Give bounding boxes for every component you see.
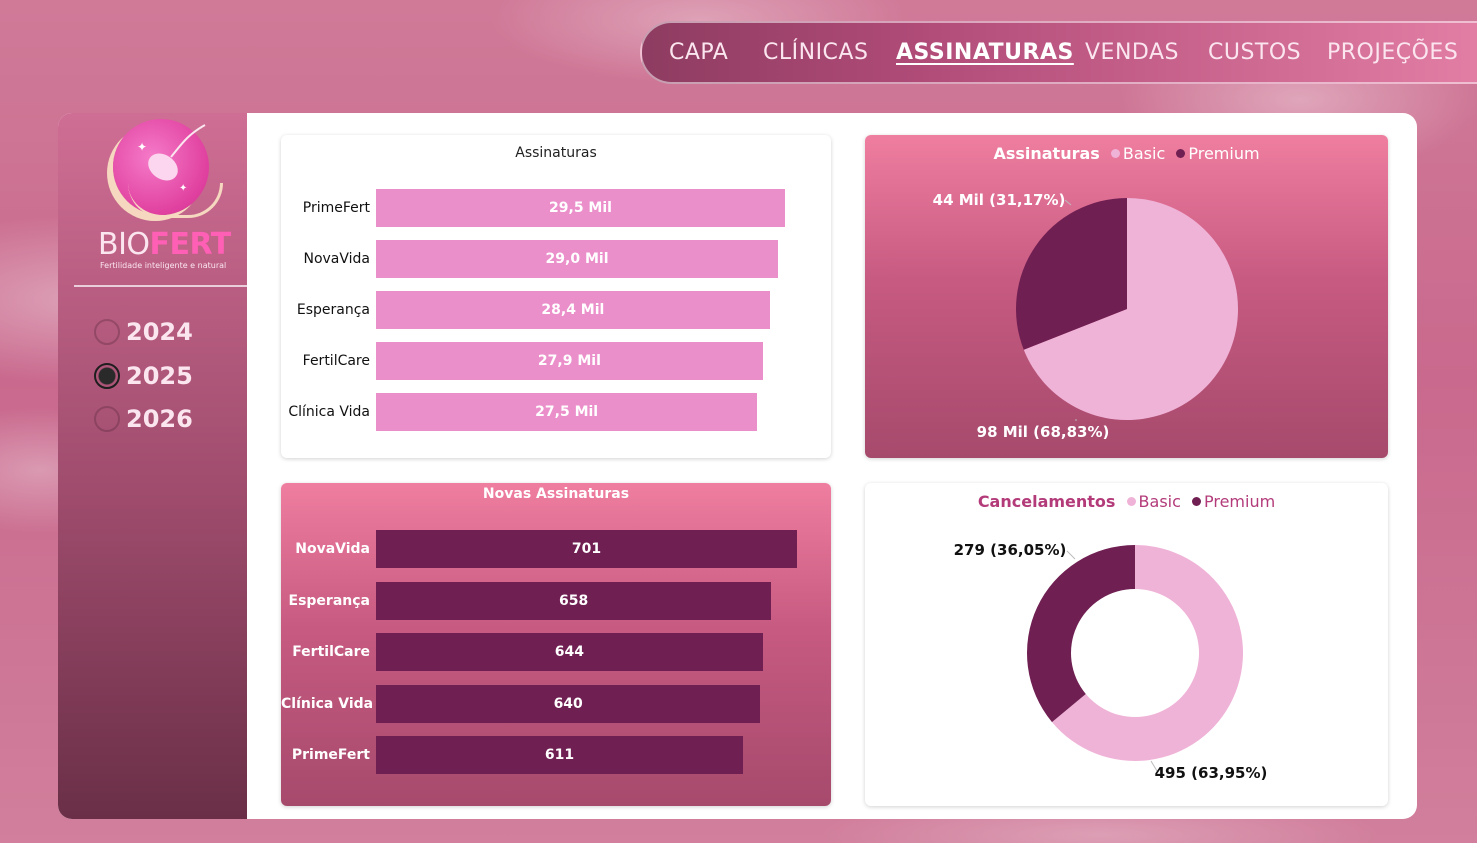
bar-value-label: 27,9 Mil (537, 353, 601, 369)
bar-category-label: Clínica Vida (288, 404, 370, 420)
nav-vendas[interactable]: VENDAS (1085, 40, 1179, 65)
bar[interactable]: 28,4 Mil (376, 291, 770, 329)
radio-icon[interactable] (94, 406, 120, 432)
slice-premium[interactable] (1027, 545, 1135, 723)
bar-category-label: Clínica Vida (281, 695, 374, 712)
new-subscriptions-title: Novas Assinaturas (482, 486, 630, 502)
new-subscriptions-card: Novas Assinaturas NovaVida 701 Esperança 65… (281, 483, 831, 806)
bar-value-label: 29,5 Mil (549, 200, 612, 216)
slice-value-label: 44 Mil (31,17%) (933, 191, 1066, 209)
bar-category-label: Esperança (288, 592, 370, 609)
bar[interactable]: 611 (376, 736, 743, 774)
year-option-2025[interactable]: 2025 (94, 360, 193, 392)
bar[interactable]: 27,9 Mil (376, 342, 763, 380)
radio-checked-icon[interactable] (94, 363, 120, 389)
bar-category-label: PrimeFert (302, 200, 370, 216)
main-panel: ✦ ✦ BIOFERT Fertilidade inteligente e na… (58, 113, 1417, 819)
year-option-2026[interactable]: 2026 (94, 403, 193, 435)
bar-category-label: FertilCare (302, 353, 370, 369)
brand-tagline: Fertilidade inteligente e natural (100, 261, 227, 270)
slice-value-label: 98 Mil (68,83%) (977, 423, 1110, 441)
bar-value-label: 27,5 Mil (535, 404, 599, 420)
subscriptions-pie-card: Assinaturas Basic Premium 98 Mil (68,83%… (865, 135, 1388, 458)
nav-custos[interactable]: CUSTOS (1208, 40, 1301, 65)
slice-value-label: 279 (36,05%) (954, 541, 1067, 559)
bar-category-label: FertilCare (292, 644, 370, 660)
bar-value-label: 644 (554, 644, 584, 660)
bar[interactable]: 644 (376, 633, 763, 671)
bar-value-label: 640 (553, 695, 583, 712)
slice-value-label: 495 (63,95%) (1155, 764, 1268, 782)
bar-category-label: Esperança (296, 302, 370, 318)
year-option-2024[interactable]: 2024 (94, 316, 193, 348)
bar-category-label: PrimeFert (291, 747, 370, 763)
bar-category-label: NovaVida (295, 541, 370, 557)
subscriptions-bar-title: Assinaturas (515, 145, 597, 161)
nav-assinaturas[interactable]: ASSINATURAS (896, 40, 1074, 65)
bar-value-label: 29,0 Mil (545, 251, 609, 267)
bar-category-label: NovaVida (303, 251, 370, 267)
sidebar: ✦ ✦ BIOFERT Fertilidade inteligente e na… (58, 113, 247, 819)
cancellations-donut-chart: 495 (63,95%) 279 (36,05%) (954, 541, 1268, 782)
bar[interactable]: 640 (376, 684, 761, 723)
subscriptions-bar-card: Assinaturas PrimeFert 29,5 Mil NovaVida 29,… (281, 135, 831, 458)
top-nav: CAPA CLÍNICAS ASSINATURAS VENDAS CUSTOS … (640, 21, 1477, 84)
svg-text:✦: ✦ (137, 140, 147, 154)
slice-leader-line (1066, 550, 1076, 560)
bar-value-label: 658 (558, 592, 589, 609)
bar[interactable]: 29,5 Mil (376, 189, 785, 227)
slice-leader-line (1064, 199, 1072, 206)
bar-value-label: 701 (571, 541, 602, 557)
sidebar-divider (74, 285, 247, 287)
nav-projecoes[interactable]: PROJEÇÕES (1327, 40, 1458, 65)
bar[interactable]: 701 (376, 530, 797, 568)
cancellations-donut-card: Cancelamentos Basic Premium 495 (63,95%)… (865, 483, 1388, 806)
bar[interactable]: 658 (376, 581, 772, 620)
nav-capa[interactable]: CAPA (669, 40, 728, 65)
subscriptions-pie-chart: 98 Mil (68,83%) 44 Mil (31,17%) (933, 191, 1238, 441)
nav-clinicas[interactable]: CLÍNICAS (763, 40, 868, 65)
bar-value-label: 611 (544, 747, 575, 763)
bar-value-label: 28,4 Mil (541, 302, 605, 318)
bar[interactable]: 29,0 Mil (376, 240, 779, 278)
bar[interactable]: 27,5 Mil (376, 393, 758, 431)
radio-icon[interactable] (94, 319, 120, 345)
brand-name: BIOFERT (98, 227, 231, 262)
